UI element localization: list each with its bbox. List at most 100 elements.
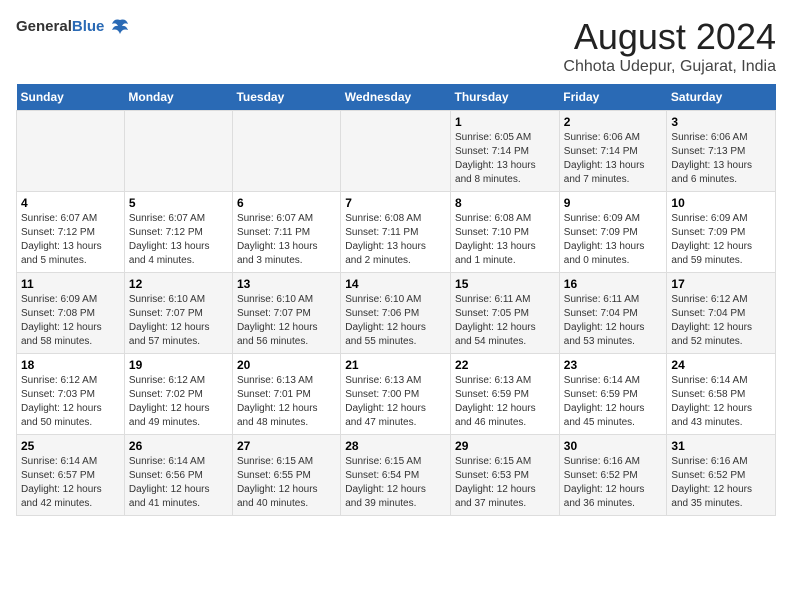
weekday-header-monday: Monday <box>124 84 232 111</box>
day-info: Sunrise: 6:14 AM Sunset: 6:59 PM Dayligh… <box>564 374 663 430</box>
day-number: 18 <box>21 358 120 372</box>
day-info: Sunrise: 6:07 AM Sunset: 7:12 PM Dayligh… <box>21 212 120 268</box>
day-info: Sunrise: 6:16 AM Sunset: 6:52 PM Dayligh… <box>671 455 771 511</box>
weekday-header-tuesday: Tuesday <box>232 84 340 111</box>
day-info: Sunrise: 6:07 AM Sunset: 7:11 PM Dayligh… <box>237 212 336 268</box>
day-info: Sunrise: 6:09 AM Sunset: 7:09 PM Dayligh… <box>564 212 663 268</box>
calendar-cell: 9 Sunrise: 6:09 AM Sunset: 7:09 PM Daylig… <box>559 192 667 273</box>
calendar-cell: 15 Sunrise: 6:11 AM Sunset: 7:05 PM Dayli… <box>451 273 560 354</box>
day-number: 7 <box>345 196 446 210</box>
day-info: Sunrise: 6:13 AM Sunset: 7:01 PM Dayligh… <box>237 374 336 430</box>
day-number: 23 <box>564 358 663 372</box>
title-section: August 2024 Chhota Udepur, Gujarat, Indi… <box>563 16 776 76</box>
calendar-cell: 11Sunrise: 6:09 AM Sunset: 7:08 PM Dayli… <box>17 273 125 354</box>
calendar-cell: 28 Sunrise: 6:15 AM Sunset: 6:54 PM Dayli… <box>341 435 451 516</box>
day-number: 26 <box>129 439 228 453</box>
calendar-cell: 12 Sunrise: 6:10 AM Sunset: 7:07 PM Dayli… <box>124 273 232 354</box>
day-info: Sunrise: 6:05 AM Sunset: 7:14 PM Dayligh… <box>455 131 555 187</box>
day-info: Sunrise: 6:14 AM Sunset: 6:58 PM Dayligh… <box>671 374 771 430</box>
day-number: 31 <box>671 439 771 453</box>
day-info: Sunrise: 6:08 AM Sunset: 7:10 PM Dayligh… <box>455 212 555 268</box>
day-info: Sunrise: 6:10 AM Sunset: 7:07 PM Dayligh… <box>129 293 228 349</box>
calendar-cell: 10Sunrise: 6:09 AM Sunset: 7:09 PM Dayli… <box>667 192 776 273</box>
day-number: 15 <box>455 277 555 291</box>
calendar-cell <box>124 111 232 192</box>
calendar-cell: 24Sunrise: 6:14 AM Sunset: 6:58 PM Dayli… <box>667 354 776 435</box>
day-info: Sunrise: 6:10 AM Sunset: 7:06 PM Dayligh… <box>345 293 446 349</box>
day-info: Sunrise: 6:06 AM Sunset: 7:14 PM Dayligh… <box>564 131 663 187</box>
day-info: Sunrise: 6:12 AM Sunset: 7:03 PM Dayligh… <box>21 374 120 430</box>
calendar-cell: 22 Sunrise: 6:13 AM Sunset: 6:59 PM Dayli… <box>451 354 560 435</box>
day-number: 13 <box>237 277 336 291</box>
day-info: Sunrise: 6:07 AM Sunset: 7:12 PM Dayligh… <box>129 212 228 268</box>
day-number: 16 <box>564 277 663 291</box>
day-number: 27 <box>237 439 336 453</box>
day-number: 12 <box>129 277 228 291</box>
weekday-header-friday: Friday <box>559 84 667 111</box>
day-info: Sunrise: 6:08 AM Sunset: 7:11 PM Dayligh… <box>345 212 446 268</box>
weekday-header-saturday: Saturday <box>667 84 776 111</box>
day-number: 22 <box>455 358 555 372</box>
calendar-cell: 30 Sunrise: 6:16 AM Sunset: 6:52 PM Dayli… <box>559 435 667 516</box>
calendar-cell: 14 Sunrise: 6:10 AM Sunset: 7:06 PM Dayli… <box>341 273 451 354</box>
day-info: Sunrise: 6:15 AM Sunset: 6:53 PM Dayligh… <box>455 455 555 511</box>
day-info: Sunrise: 6:09 AM Sunset: 7:09 PM Dayligh… <box>671 212 771 268</box>
calendar-cell: 13 Sunrise: 6:10 AM Sunset: 7:07 PM Dayli… <box>232 273 340 354</box>
day-number: 14 <box>345 277 446 291</box>
calendar-cell: 1 Sunrise: 6:05 AM Sunset: 7:14 PM Daylig… <box>451 111 560 192</box>
day-number: 5 <box>129 196 228 210</box>
calendar-cell: 3 Sunrise: 6:06 AM Sunset: 7:13 PM Daylig… <box>667 111 776 192</box>
calendar-cell <box>232 111 340 192</box>
calendar-cell: 19 Sunrise: 6:12 AM Sunset: 7:02 PM Dayli… <box>124 354 232 435</box>
day-info: Sunrise: 6:11 AM Sunset: 7:05 PM Dayligh… <box>455 293 555 349</box>
calendar-cell: 31 Sunrise: 6:16 AM Sunset: 6:52 PM Dayli… <box>667 435 776 516</box>
day-number: 9 <box>564 196 663 210</box>
weekday-header-sunday: Sunday <box>17 84 125 111</box>
day-number: 29 <box>455 439 555 453</box>
day-info: Sunrise: 6:10 AM Sunset: 7:07 PM Dayligh… <box>237 293 336 349</box>
calendar-cell: 2 Sunrise: 6:06 AM Sunset: 7:14 PM Daylig… <box>559 111 667 192</box>
day-number: 3 <box>671 115 771 129</box>
day-number: 17 <box>671 277 771 291</box>
calendar-cell: 16 Sunrise: 6:11 AM Sunset: 7:04 PM Dayli… <box>559 273 667 354</box>
calendar-cell: 23 Sunrise: 6:14 AM Sunset: 6:59 PM Dayli… <box>559 354 667 435</box>
day-number: 4 <box>21 196 120 210</box>
weekday-header-thursday: Thursday <box>451 84 560 111</box>
day-info: Sunrise: 6:11 AM Sunset: 7:04 PM Dayligh… <box>564 293 663 349</box>
day-info: Sunrise: 6:15 AM Sunset: 6:54 PM Dayligh… <box>345 455 446 511</box>
main-title: August 2024 <box>563 16 776 58</box>
day-number: 2 <box>564 115 663 129</box>
calendar-cell <box>17 111 125 192</box>
calendar-cell: 25 Sunrise: 6:14 AM Sunset: 6:57 PM Dayli… <box>17 435 125 516</box>
logo-bird-icon <box>108 16 130 38</box>
logo: GeneralBlue <box>16 16 130 38</box>
day-number: 11 <box>21 277 120 291</box>
day-number: 30 <box>564 439 663 453</box>
subtitle: Chhota Udepur, Gujarat, India <box>563 58 776 76</box>
day-info: Sunrise: 6:14 AM Sunset: 6:56 PM Dayligh… <box>129 455 228 511</box>
day-number: 28 <box>345 439 446 453</box>
day-info: Sunrise: 6:12 AM Sunset: 7:02 PM Dayligh… <box>129 374 228 430</box>
day-info: Sunrise: 6:13 AM Sunset: 7:00 PM Dayligh… <box>345 374 446 430</box>
calendar-cell: 4 Sunrise: 6:07 AM Sunset: 7:12 PM Daylig… <box>17 192 125 273</box>
calendar-cell: 26 Sunrise: 6:14 AM Sunset: 6:56 PM Dayli… <box>124 435 232 516</box>
calendar-cell: 6 Sunrise: 6:07 AM Sunset: 7:11 PM Daylig… <box>232 192 340 273</box>
day-number: 19 <box>129 358 228 372</box>
day-number: 25 <box>21 439 120 453</box>
logo-general: GeneralBlue <box>16 19 104 36</box>
calendar-cell: 29 Sunrise: 6:15 AM Sunset: 6:53 PM Dayli… <box>451 435 560 516</box>
day-info: Sunrise: 6:14 AM Sunset: 6:57 PM Dayligh… <box>21 455 120 511</box>
day-info: Sunrise: 6:13 AM Sunset: 6:59 PM Dayligh… <box>455 374 555 430</box>
day-number: 1 <box>455 115 555 129</box>
day-info: Sunrise: 6:06 AM Sunset: 7:13 PM Dayligh… <box>671 131 771 187</box>
day-number: 20 <box>237 358 336 372</box>
day-number: 21 <box>345 358 446 372</box>
calendar-cell: 8 Sunrise: 6:08 AM Sunset: 7:10 PM Daylig… <box>451 192 560 273</box>
calendar-table: SundayMondayTuesdayWednesdayThursdayFrid… <box>16 84 776 516</box>
day-number: 8 <box>455 196 555 210</box>
calendar-cell: 5 Sunrise: 6:07 AM Sunset: 7:12 PM Daylig… <box>124 192 232 273</box>
weekday-header-wednesday: Wednesday <box>341 84 451 111</box>
day-info: Sunrise: 6:16 AM Sunset: 6:52 PM Dayligh… <box>564 455 663 511</box>
calendar-cell: 18 Sunrise: 6:12 AM Sunset: 7:03 PM Dayli… <box>17 354 125 435</box>
day-number: 6 <box>237 196 336 210</box>
